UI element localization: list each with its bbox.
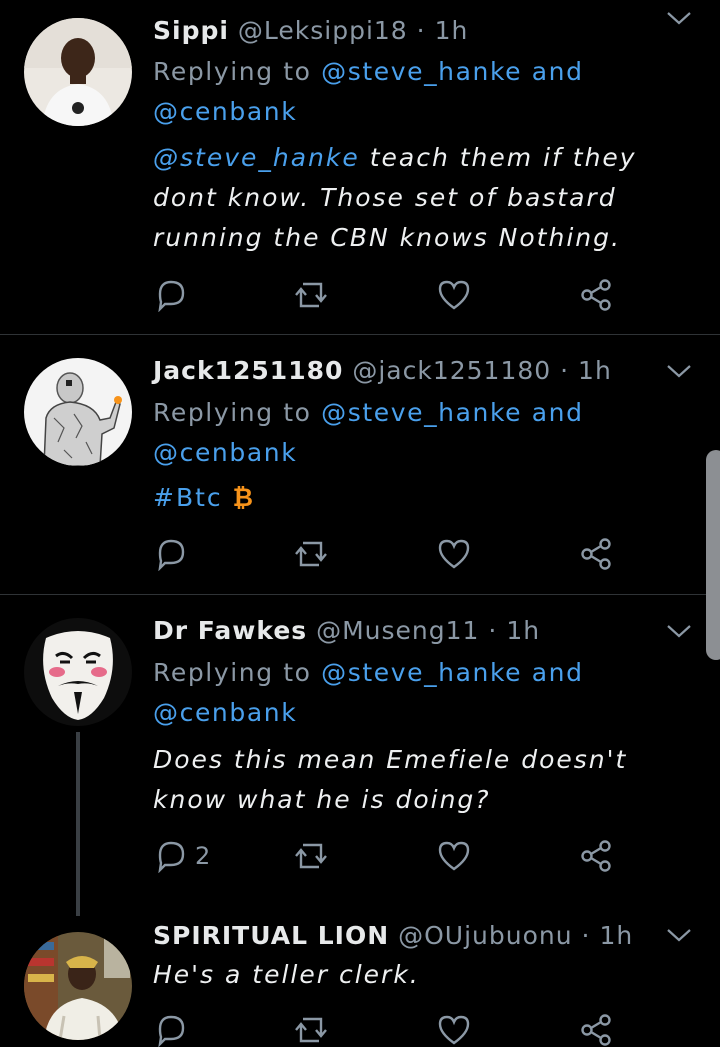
like-button[interactable] <box>436 1013 472 1047</box>
mention-link[interactable]: @steve_hanke <box>321 57 522 86</box>
mention-link[interactable]: @steve_hanke <box>153 143 360 172</box>
timestamp[interactable]: 1h <box>506 616 540 645</box>
tweet-actions <box>153 278 633 312</box>
tweet-sippi[interactable]: Sippi @Leksippi18 · 1h Replying to @stev… <box>0 0 720 334</box>
display-name[interactable]: SPIRITUAL LION <box>153 921 389 950</box>
reply-icon <box>158 841 185 873</box>
retweet-icon <box>295 843 327 869</box>
replying-and: and <box>531 658 584 687</box>
user-handle[interactable]: @Museng11 <box>316 616 479 645</box>
replying-to: Replying to @steve_hanke and @cenbank <box>153 393 673 473</box>
reply-button[interactable] <box>153 537 189 571</box>
tweet-header: SPIRITUAL LION @OUjubuonu · 1h <box>153 919 633 953</box>
tweet-actions <box>153 1013 633 1047</box>
mention-link[interactable]: @cenbank <box>153 438 297 467</box>
reply-icon <box>158 280 185 312</box>
caret-down-icon[interactable] <box>666 10 692 26</box>
replying-prefix: Replying to <box>153 57 312 86</box>
like-button[interactable] <box>436 278 472 312</box>
replying-to: Replying to @steve_hanke and @cenbank <box>153 653 673 733</box>
share-button[interactable] <box>578 839 614 873</box>
like-button[interactable] <box>436 839 472 873</box>
share-icon <box>581 538 611 570</box>
tweet-text: He's a teller clerk. <box>153 955 693 995</box>
retweet-icon <box>295 1017 327 1043</box>
like-icon <box>438 280 470 310</box>
tweet-header: Sippi @Leksippi18 · 1h <box>153 14 468 48</box>
thread-connector <box>76 732 80 916</box>
retweet-button[interactable] <box>293 1013 329 1047</box>
separator-dot: · <box>488 616 498 645</box>
replying-prefix: Replying to <box>153 398 312 427</box>
share-button[interactable] <box>578 1013 614 1047</box>
bitcoin-emoji: ₿ <box>232 483 255 512</box>
avatar-sippi[interactable] <box>24 18 132 126</box>
timestamp[interactable]: 1h <box>435 16 469 45</box>
mention-link[interactable]: @steve_hanke <box>321 658 522 687</box>
caret-down-icon[interactable] <box>666 927 692 943</box>
mention-link[interactable]: @steve_hanke <box>321 398 522 427</box>
mention-link[interactable]: @cenbank <box>153 97 297 126</box>
separator-dot: · <box>560 356 570 385</box>
retweet-icon <box>295 282 327 308</box>
avatar-jack[interactable] <box>24 358 132 466</box>
tweet-text: #Btc ₿ <box>153 478 693 518</box>
share-icon <box>581 840 611 872</box>
hashtag-link[interactable]: #Btc <box>153 483 223 512</box>
avatar-jack-image <box>24 358 132 466</box>
avatar-spiritual-lion-image <box>24 932 132 1040</box>
caret-down-icon[interactable] <box>666 363 692 379</box>
tweet-text: @steve_hanke teach them if they dont kno… <box>153 138 693 258</box>
tweet-actions: 2 <box>153 839 633 873</box>
separator-dot: · <box>416 16 426 45</box>
timestamp[interactable]: 1h <box>578 356 612 385</box>
reply-button[interactable]: 2 <box>153 839 210 873</box>
replying-and: and <box>531 57 584 86</box>
retweet-icon <box>295 541 327 567</box>
avatar-sippi-image <box>24 18 132 126</box>
user-handle[interactable]: @Leksippi18 <box>238 16 408 45</box>
avatar-dr-fawkes[interactable] <box>24 618 132 726</box>
avatar-spiritual-lion[interactable] <box>24 932 132 1040</box>
share-button[interactable] <box>578 537 614 571</box>
display-name[interactable]: Jack1251180 <box>153 356 343 385</box>
tweet-body-text: Does this mean Emefiele doesn't know wha… <box>153 745 628 814</box>
separator-dot: · <box>581 921 591 950</box>
reply-count: 2 <box>195 842 211 870</box>
caret-down-icon[interactable] <box>666 623 692 639</box>
tweet-actions <box>153 537 633 571</box>
replying-and: and <box>531 398 584 427</box>
share-button[interactable] <box>578 278 614 312</box>
reply-button[interactable] <box>153 278 189 312</box>
retweet-button[interactable] <box>293 278 329 312</box>
avatar-dr-fawkes-image <box>24 618 132 726</box>
tweet-spiritual-lion[interactable]: SPIRITUAL LION @OUjubuonu · 1h He's a te… <box>0 905 720 1047</box>
tweet-jack[interactable]: Jack1251180 @jack1251180 · 1h Replying t… <box>0 335 720 594</box>
retweet-button[interactable] <box>293 839 329 873</box>
mention-link[interactable]: @cenbank <box>153 698 297 727</box>
like-button[interactable] <box>436 537 472 571</box>
display-name[interactable]: Sippi <box>153 16 229 45</box>
like-icon <box>438 1015 470 1045</box>
tweet-text: Does this mean Emefiele doesn't know wha… <box>153 740 693 820</box>
tweet-header: Jack1251180 @jack1251180 · 1h <box>153 354 612 388</box>
reply-icon <box>158 1015 185 1047</box>
like-icon <box>438 539 470 569</box>
scrollbar-thumb[interactable] <box>706 450 720 660</box>
like-icon <box>438 841 470 871</box>
tweet-header: Dr Fawkes @Museng11 · 1h <box>153 614 540 648</box>
user-handle[interactable]: @jack1251180 <box>352 356 551 385</box>
user-handle[interactable]: @OUjubuonu <box>398 921 572 950</box>
tweet-body-text: He's a teller clerk. <box>153 960 420 989</box>
tweet-dr-fawkes[interactable]: Dr Fawkes @Museng11 · 1h Replying to @st… <box>0 595 720 916</box>
timestamp[interactable]: 1h <box>599 921 633 950</box>
replying-to: Replying to @steve_hanke and @cenbank <box>153 52 673 132</box>
reply-icon <box>158 539 185 571</box>
share-icon <box>581 1014 611 1046</box>
display-name[interactable]: Dr Fawkes <box>153 616 307 645</box>
retweet-button[interactable] <box>293 537 329 571</box>
share-icon <box>581 279 611 311</box>
replying-prefix: Replying to <box>153 658 312 687</box>
reply-button[interactable] <box>153 1013 189 1047</box>
